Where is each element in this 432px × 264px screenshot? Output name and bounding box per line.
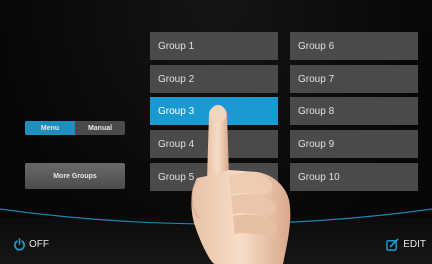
group-button[interactable]: Group 7 <box>290 65 418 93</box>
off-label: OFF <box>29 239 49 250</box>
edit-icon <box>386 238 399 251</box>
menu-toggle-option[interactable]: Menu <box>25 121 75 135</box>
group-button[interactable]: Group 8 <box>290 97 418 125</box>
group-button[interactable]: Group 9 <box>290 130 418 158</box>
group-button[interactable]: Group 10 <box>290 163 418 191</box>
group-button[interactable]: Group 6 <box>290 32 418 60</box>
group-button[interactable]: Group 1 <box>150 32 278 60</box>
more-groups-button[interactable]: More Groups <box>25 163 125 189</box>
group-button[interactable]: Group 2 <box>150 65 278 93</box>
screen: Menu Manual More Groups Group 1 Group 2 … <box>0 0 432 264</box>
power-icon <box>14 238 25 251</box>
mode-toggle[interactable]: Menu Manual <box>25 121 125 135</box>
power-off-button[interactable]: OFF <box>13 238 49 251</box>
pointing-hand-image <box>191 105 291 264</box>
manual-toggle-option[interactable]: Manual <box>75 121 125 135</box>
edit-label: EDIT <box>403 239 426 250</box>
edit-button[interactable]: EDIT <box>386 238 426 251</box>
